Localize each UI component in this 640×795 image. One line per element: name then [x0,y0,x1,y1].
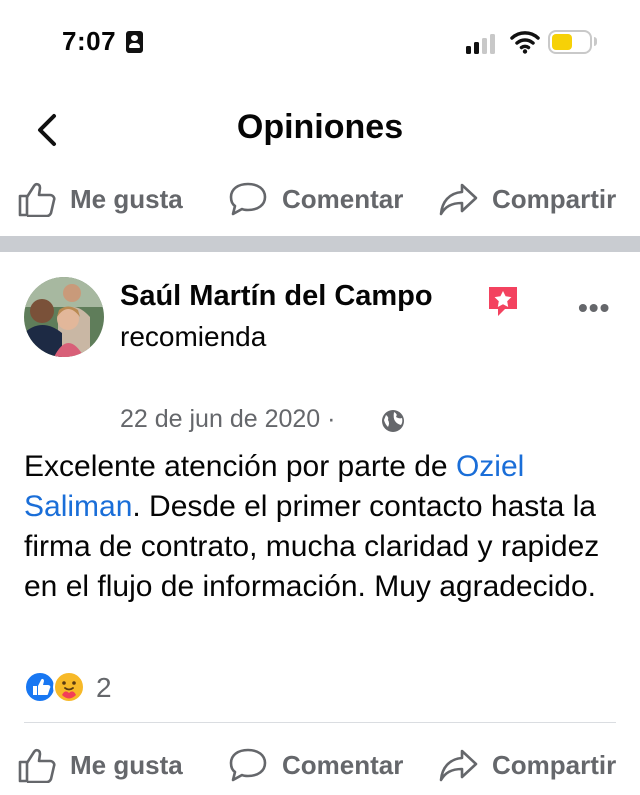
like-label: Me gusta [70,749,183,780]
like-button[interactable]: Me gusta [18,740,183,790]
globe-icon [382,410,404,432]
more-icon[interactable]: ••• [578,292,610,324]
status-time: 7:07 [62,26,117,56]
comment-label: Comentar [282,749,404,780]
comment-button[interactable]: Comentar [228,174,403,224]
share-button[interactable]: Compartir [438,174,616,224]
share-label: Compartir [492,183,617,214]
person-icon [126,31,143,53]
share-icon [439,183,478,216]
battery-icon [548,30,592,54]
reactions-summary[interactable] [24,671,86,703]
signal-icon [466,34,500,54]
page-title: Opiniones [236,108,404,146]
comment-icon [229,748,267,782]
thumbs-up-icon [18,748,56,783]
post-text: Excelente atención por parte de Oziel Sa… [24,447,624,607]
post-text-start: Excelente atención por parte de [24,450,456,483]
post-divider [24,722,616,723]
comment-icon [229,182,267,216]
battery-tip [594,37,597,46]
care-reaction-icon [53,671,85,703]
reaction-count[interactable]: 2 [96,672,112,704]
like-button[interactable]: Me gusta [18,174,183,224]
section-divider [0,236,640,252]
wifi-icon [510,31,540,54]
author-name[interactable]: Saúl Martín del Campo [120,280,433,313]
like-label: Me gusta [70,183,183,214]
top-action-bar: Me gusta Comentar Compartir [0,174,640,224]
share-button[interactable]: Compartir [438,740,616,790]
share-icon [439,749,478,782]
avatar[interactable] [24,277,104,357]
post-date[interactable]: 22 de jun de 2020 · [120,405,335,434]
bottom-action-bar: Me gusta Comentar Compartir [0,740,640,790]
comment-button[interactable]: Comentar [228,740,403,790]
comment-label: Comentar [282,183,404,214]
thumbs-up-icon [18,182,56,217]
recommend-badge-icon [489,287,517,316]
share-label: Compartir [492,749,617,780]
post-action-text: recomienda [120,321,267,352]
